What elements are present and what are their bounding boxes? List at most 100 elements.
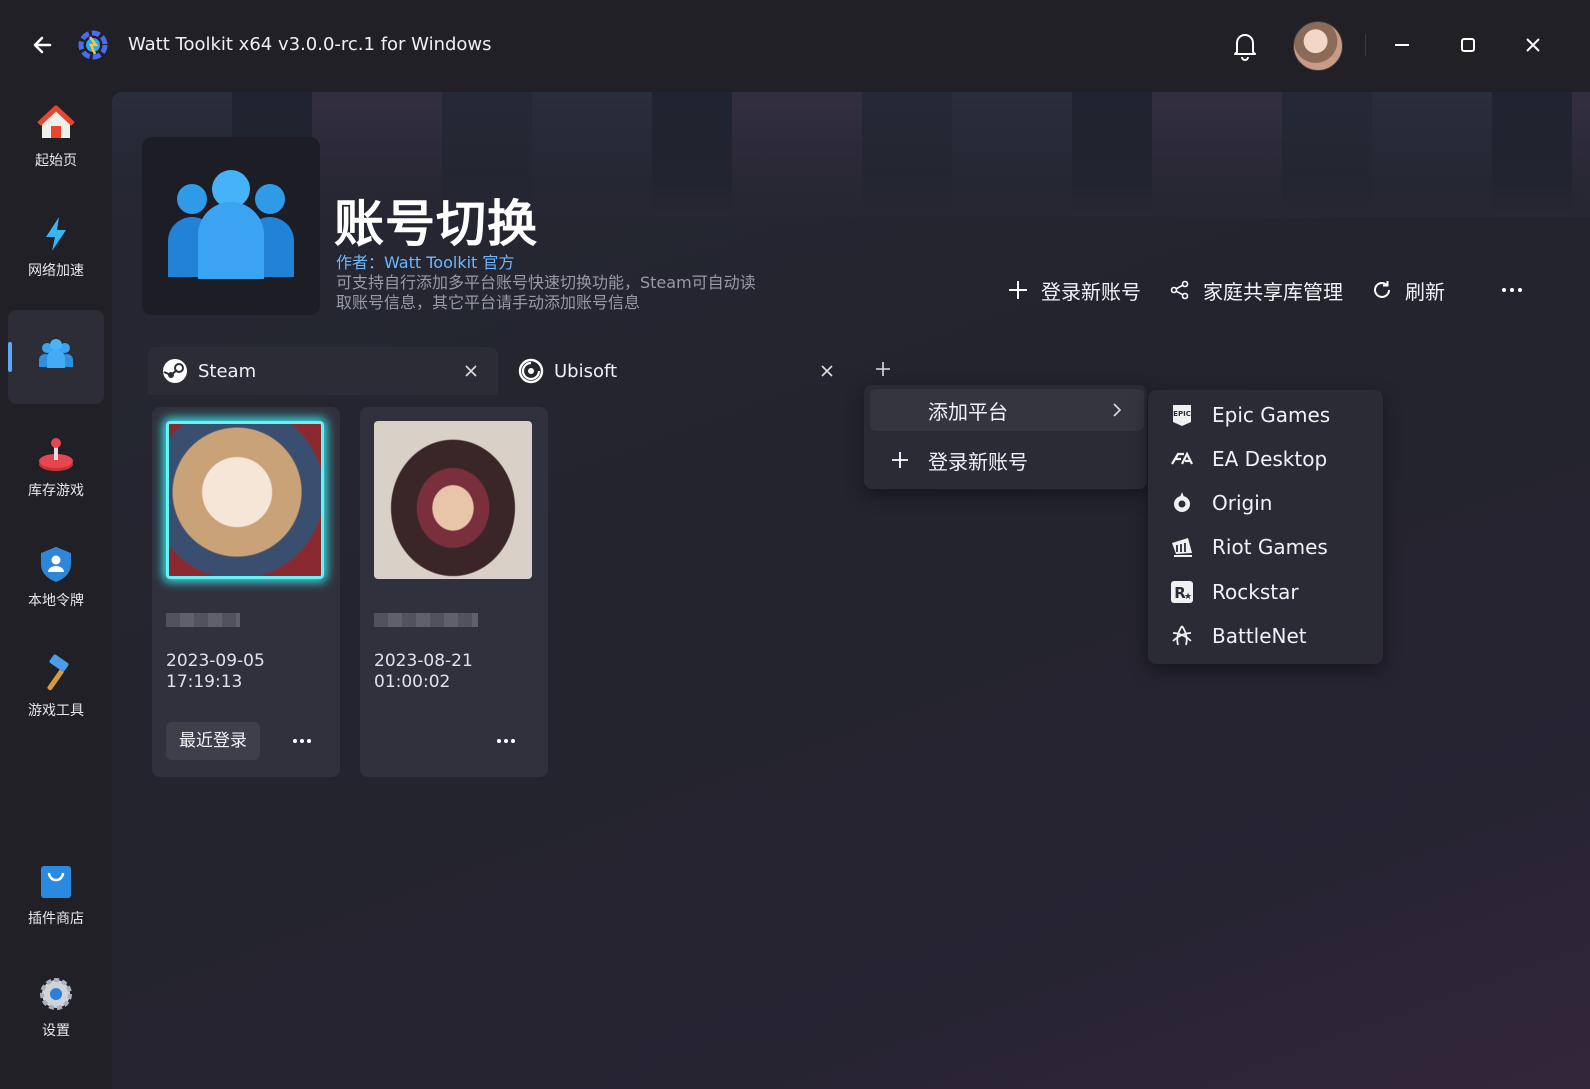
- sidebar-item-label: 本地令牌: [28, 593, 84, 609]
- platform-label: Epic Games: [1212, 403, 1331, 427]
- recent-login-badge: 最近登录: [166, 722, 260, 760]
- action-label: 登录新账号: [1041, 279, 1141, 304]
- page-title: 账号切换: [334, 195, 538, 253]
- svg-text:EPIC: EPIC: [1173, 410, 1191, 418]
- sidebar-item-label: 起始页: [35, 153, 77, 169]
- sidebar: 起始页 网络加速 库存游戏 本地令牌 游戏工具 插件商店 设置: [0, 90, 112, 1089]
- account-card[interactable]: 2023-08-21 01:00:02: [360, 407, 548, 777]
- sidebar-item-settings[interactable]: 设置: [8, 960, 104, 1054]
- share-icon: [1170, 280, 1189, 300]
- rockstar-icon: R ★: [1171, 581, 1193, 603]
- last-login-date: 2023-08-21: [374, 651, 473, 671]
- last-login-time: 2023-08-21 01:00:02: [374, 651, 473, 693]
- sidebar-item-home[interactable]: 起始页: [8, 90, 104, 184]
- add-dropdown-menu: 添加平台 登录新账号: [864, 385, 1147, 489]
- ubisoft-icon: [518, 358, 544, 384]
- close-icon[interactable]: [818, 362, 836, 380]
- plugin-description: 可支持自行添加多平台账号快速切换功能，Steam可自动读取账号信息，其它平台请手…: [336, 273, 756, 312]
- sidebar-item-label: 设置: [42, 1023, 70, 1039]
- platform-label: EA Desktop: [1212, 447, 1328, 471]
- watt-toolkit-logo-icon: [78, 30, 108, 60]
- platform-origin[interactable]: Origin: [1148, 481, 1383, 525]
- last-login-time: 2023-09-05 17:19:13: [166, 651, 265, 693]
- svg-text:★: ★: [1184, 592, 1192, 602]
- platform-label: BattleNet: [1212, 624, 1307, 648]
- maximize-icon[interactable]: [1453, 30, 1483, 60]
- steam-icon: [163, 359, 187, 383]
- platform-battlenet[interactable]: BattleNet: [1148, 614, 1383, 658]
- more-options-icon[interactable]: [1497, 275, 1527, 305]
- back-arrow-icon[interactable]: [28, 30, 58, 60]
- add-tab-plus-icon[interactable]: [872, 358, 894, 380]
- tab-steam[interactable]: Steam: [148, 347, 498, 395]
- window-title: Watt Toolkit x64 v3.0.0-rc.1 for Windows: [128, 34, 492, 55]
- menu-item-login-new[interactable]: 登录新账号: [870, 439, 1144, 481]
- tab-ubisoft[interactable]: Ubisoft: [504, 347, 854, 395]
- ea-icon: [1171, 451, 1193, 465]
- plugin-icon: [142, 137, 320, 315]
- platform-rockstar[interactable]: R ★ Rockstar: [1148, 570, 1383, 614]
- sidebar-item-local-token[interactable]: 本地令牌: [8, 530, 104, 624]
- titlebar-separator: [1365, 34, 1366, 56]
- joystick-icon: [39, 438, 73, 471]
- users-group-icon: [168, 170, 294, 279]
- sidebar-item-label: 网络加速: [28, 263, 84, 279]
- notification-bell-icon[interactable]: [1230, 28, 1260, 62]
- family-share-button[interactable]: 家庭共享库管理: [1169, 276, 1343, 305]
- login-new-account-button[interactable]: 登录新账号: [1007, 276, 1141, 305]
- lightning-icon: [46, 217, 66, 251]
- tab-label: Ubisoft: [554, 360, 618, 382]
- gear-icon: [40, 978, 72, 1010]
- user-avatar[interactable]: [1293, 21, 1343, 71]
- chevron-right-icon: [1113, 403, 1122, 417]
- epic-games-icon: EPIC: [1173, 405, 1191, 426]
- sidebar-item-label: 插件商店: [28, 911, 84, 927]
- platform-label: Origin: [1212, 491, 1273, 515]
- plus-icon: [1009, 281, 1027, 299]
- more-options-icon[interactable]: [494, 729, 518, 753]
- last-login-clock: 01:00:02: [374, 672, 451, 692]
- platform-submenu: EPIC Epic Games EA Desktop Origin Riot G…: [1148, 390, 1383, 664]
- plus-icon: [892, 452, 908, 468]
- title-bar: Watt Toolkit x64 v3.0.0-rc.1 for Windows: [0, 0, 1590, 90]
- last-login-clock: 17:19:13: [166, 672, 243, 692]
- riot-icon: [1172, 538, 1192, 557]
- main-content: 账号切换 作者：Watt Toolkit 官方 可支持自行添加多平台账号快速切换…: [112, 92, 1590, 1089]
- menu-item-label: 添加平台: [928, 399, 1008, 424]
- shield-user-icon: [41, 547, 71, 582]
- platform-label: Riot Games: [1212, 535, 1328, 559]
- sidebar-item-plugin-store[interactable]: 插件商店: [8, 848, 104, 942]
- sidebar-item-game-tools[interactable]: 游戏工具: [8, 640, 104, 734]
- tab-label: Steam: [198, 360, 257, 382]
- platform-label: Rockstar: [1212, 580, 1299, 604]
- close-icon[interactable]: [462, 362, 480, 380]
- sidebar-item-account-switch[interactable]: [8, 310, 104, 404]
- app-window: Watt Toolkit x64 v3.0.0-rc.1 for Windows…: [0, 0, 1590, 1089]
- refresh-button[interactable]: 刷新: [1371, 276, 1445, 305]
- account-name-redacted: [166, 613, 240, 627]
- sidebar-item-label: 库存游戏: [28, 483, 84, 499]
- home-icon: [37, 105, 75, 138]
- sidebar-item-library-games[interactable]: 库存游戏: [8, 420, 104, 514]
- menu-item-label: 登录新账号: [928, 449, 1028, 474]
- platform-riot-games[interactable]: Riot Games: [1148, 525, 1383, 569]
- more-options-icon[interactable]: [290, 729, 314, 753]
- origin-icon: [1174, 492, 1190, 512]
- account-name-redacted: [374, 613, 478, 627]
- battlenet-icon: [1172, 625, 1192, 646]
- sidebar-item-network-accel[interactable]: 网络加速: [8, 200, 104, 294]
- close-window-icon[interactable]: [1518, 30, 1548, 60]
- refresh-icon: [1374, 281, 1390, 298]
- plugin-author: 作者：Watt Toolkit 官方: [336, 253, 515, 272]
- minimize-icon[interactable]: [1387, 30, 1417, 60]
- sidebar-item-label: 游戏工具: [28, 703, 84, 719]
- action-label: 刷新: [1405, 279, 1445, 304]
- account-card[interactable]: 2023-09-05 17:19:13 最近登录: [152, 407, 340, 777]
- account-avatar: [374, 421, 532, 579]
- platform-ea-desktop[interactable]: EA Desktop: [1148, 437, 1383, 481]
- menu-item-add-platform[interactable]: 添加平台: [870, 389, 1144, 431]
- action-label: 家庭共享库管理: [1203, 279, 1343, 304]
- platform-epic-games[interactable]: EPIC Epic Games: [1148, 393, 1383, 437]
- account-avatar: [166, 421, 324, 579]
- hammer-icon: [47, 654, 69, 691]
